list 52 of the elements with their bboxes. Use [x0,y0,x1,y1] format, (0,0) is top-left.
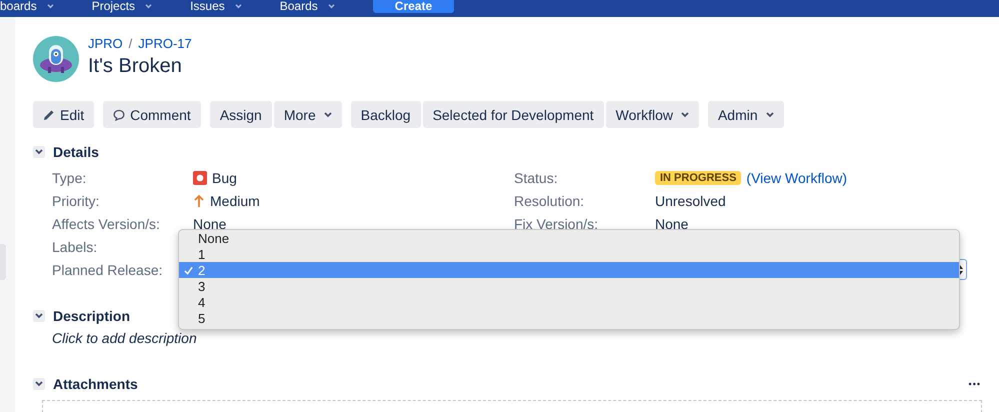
field-value: Bug [212,170,237,186]
breadcrumb-separator: / [128,36,132,51]
section-title: Attachments [53,376,138,392]
toolbar-button[interactable]: Workflow [606,101,699,128]
toolbar-button[interactable]: More [274,101,342,128]
field-label: Fix Version/s: [514,216,598,232]
check-icon [184,266,193,274]
up-arrow-icon [193,194,205,208]
field-label: Priority: [52,192,100,208]
collapse-toggle[interactable] [33,378,45,390]
field-value: None [193,216,226,232]
field-label: Status: [514,170,558,186]
nav-menu-item[interactable]: Issues [190,0,242,12]
create-button[interactable]: Create [372,0,454,13]
field-label: Planned Release: [52,262,163,278]
dropdown-option[interactable]: 3 [179,278,959,294]
status-lozenge: IN PROGRESS [655,170,742,184]
nav-menu-item[interactable]: Projects [92,0,152,12]
dropdown-option[interactable]: 1 [179,246,959,262]
toolbar-button[interactable]: Assign [210,101,272,128]
comment-icon [113,108,126,120]
field-label: Resolution: [514,192,584,208]
field-label: Affects Version/s: [52,216,160,232]
stepper-arrows-icon [957,264,963,274]
bug-icon [193,170,207,184]
dropdown-option[interactable]: 5 [179,310,959,326]
toolbar-button[interactable]: Backlog [350,101,421,128]
breadcrumb-link[interactable]: JPRO [88,36,123,51]
breadcrumb-link[interactable]: JPRO-17 [138,36,192,51]
field-value: Unresolved [655,192,726,208]
collapse-toggle[interactable] [33,146,45,158]
field-label: Type: [52,170,86,186]
nav-menu-item[interactable]: boards [0,0,54,12]
issue-title: It's Broken [88,54,183,78]
field-value: None [655,216,688,232]
toolbar-button[interactable]: Admin [708,101,784,128]
toolbar-button[interactable]: Selected for Development [422,101,604,128]
collapse-toggle[interactable] [33,310,45,322]
dropdown-option[interactable]: 4 [179,294,959,310]
nav-menu-item[interactable]: Boards [280,0,335,12]
pencil-icon [43,108,55,120]
section-title: Description [53,308,130,324]
toolbar-button[interactable]: Edit [33,101,94,128]
field-value: Medium [210,192,260,208]
section-title: Details [53,144,99,160]
description-placeholder[interactable]: Click to add description [33,330,999,346]
more-actions-button[interactable]: ••• [968,379,981,389]
field-label: Labels: [52,238,98,254]
toolbar-button[interactable]: Comment [103,101,201,128]
view-workflow-link[interactable]: (View Workflow) [746,170,848,186]
dropdown-option[interactable]: None [179,230,959,246]
project-avatar-icon [33,36,79,82]
